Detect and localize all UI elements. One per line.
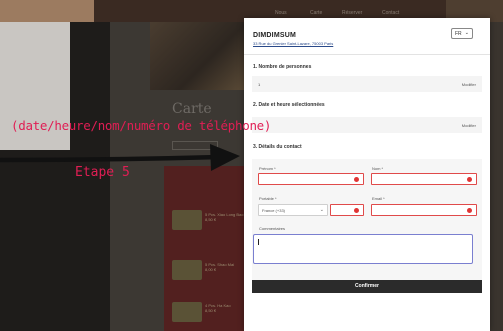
modify-datetime-button[interactable]: Modifier bbox=[462, 123, 476, 128]
restaurant-address-link[interactable]: 33 Rue du Grenier Saint-Lazare, 75003 Pa… bbox=[253, 41, 333, 46]
section-people-title: 1. Nombre de personnes bbox=[253, 64, 312, 70]
annotation-fields-note: (date/heure/nom/numéro de téléphone) bbox=[11, 118, 272, 133]
email-label: Email * bbox=[372, 196, 385, 201]
background-menu-item: 4 Pcs. Ha Kao 8,50 € bbox=[205, 303, 231, 313]
error-icon bbox=[467, 208, 472, 213]
background-menu-item-image bbox=[172, 302, 202, 322]
background-menu-item: 5 Pcs. Shao Mai 8,00 € bbox=[205, 262, 235, 272]
error-icon bbox=[467, 177, 472, 182]
datetime-summary: Modifier bbox=[252, 117, 482, 133]
lastname-label: Nom * bbox=[372, 166, 384, 171]
background-nav-item: Réserver bbox=[342, 10, 363, 16]
people-value: 1 bbox=[258, 82, 261, 87]
background-menu-item-image bbox=[172, 210, 202, 230]
background-food-image bbox=[150, 22, 244, 90]
reservation-modal: DIMDIMSUM 33 Rue du Grenier Saint-Lazare… bbox=[244, 18, 490, 331]
background-menu-item: 5 Pcs. Xiao Long Bao 8,50 € bbox=[205, 212, 244, 222]
restaurant-name: DIMDIMSUM bbox=[253, 32, 297, 39]
phone-label: Portable * bbox=[259, 196, 277, 201]
confirm-button[interactable]: Confirmer bbox=[252, 280, 482, 293]
section-datetime-title: 2. Date et heure sélectionnées bbox=[253, 102, 325, 108]
background-nav-item: Carte bbox=[310, 10, 323, 16]
firstname-label: Prénom * bbox=[259, 166, 276, 171]
chevron-down-icon: ⌄ bbox=[319, 207, 324, 213]
modify-people-button[interactable]: Modifier bbox=[462, 82, 476, 87]
section-contact-title: 3. Détails du contact bbox=[253, 144, 302, 150]
people-summary: 1 Modifier bbox=[252, 76, 482, 92]
background-right-strip bbox=[490, 22, 503, 331]
lastname-input[interactable] bbox=[371, 173, 477, 185]
chevron-down-icon: ⌄ bbox=[464, 30, 469, 36]
error-icon bbox=[354, 177, 359, 182]
firstname-input[interactable] bbox=[258, 173, 364, 185]
background-header-image bbox=[0, 0, 94, 22]
background-section-heading: Carte bbox=[172, 101, 212, 117]
annotation-arrow-icon bbox=[0, 144, 240, 171]
phone-input[interactable] bbox=[330, 204, 364, 216]
language-value: FR bbox=[455, 31, 462, 37]
phone-country-select[interactable]: France (+33) ⌄ bbox=[258, 204, 328, 216]
header-divider bbox=[244, 54, 490, 55]
error-icon bbox=[354, 208, 359, 213]
background-menu-item-image bbox=[172, 260, 202, 280]
email-input[interactable] bbox=[371, 204, 477, 216]
text-caret bbox=[258, 239, 259, 245]
background-nav-item: Nous bbox=[275, 10, 287, 16]
language-select[interactable]: FR ⌄ bbox=[451, 28, 473, 39]
background-nav-item: Contact bbox=[382, 10, 400, 16]
comments-textarea[interactable] bbox=[253, 234, 473, 264]
phone-country-value: France (+33) bbox=[262, 208, 286, 213]
comments-label: Commentaires bbox=[259, 226, 286, 231]
